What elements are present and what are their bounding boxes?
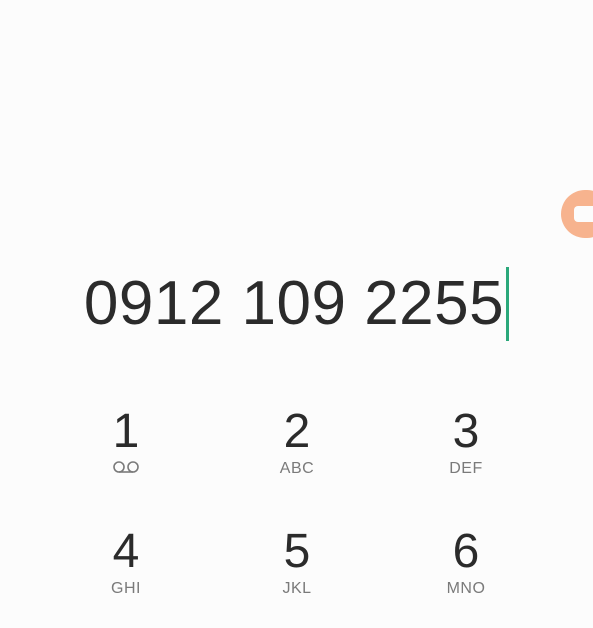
dial-key-letters: ABC — [279, 460, 315, 477]
dial-key-4[interactable]: 4 GHI — [66, 528, 186, 628]
edge-panel-handle-notch — [574, 206, 593, 222]
dial-key-letters: JKL — [282, 580, 312, 597]
dial-key-digit: 4 — [112, 525, 140, 578]
dial-key-digit: 5 — [283, 525, 311, 578]
dial-key-2[interactable]: 2 ABC — [237, 408, 357, 508]
dial-key-6[interactable]: 6 MNO — [406, 528, 526, 628]
dial-key-letters: GHI — [111, 580, 141, 597]
dialed-number: 0912 109 2255 — [83, 269, 505, 338]
voicemail-icon — [113, 461, 139, 473]
dial-key-digit: 2 — [283, 405, 311, 458]
dial-key-digit: 1 — [112, 405, 140, 458]
dialed-number-display[interactable]: 0912 109 2255 — [0, 264, 593, 344]
dial-key-digit: 3 — [452, 405, 480, 458]
dial-key-5[interactable]: 5 JKL — [237, 528, 357, 628]
edge-panel-handle[interactable] — [561, 190, 593, 238]
text-cursor — [506, 267, 510, 341]
dial-key-1[interactable]: 1 — [66, 408, 186, 508]
dial-key-letters: DEF — [449, 460, 483, 477]
dial-key-letters: MNO — [446, 580, 486, 597]
dial-key-3[interactable]: 3 DEF — [406, 408, 526, 508]
dial-key-digit: 6 — [452, 525, 480, 578]
